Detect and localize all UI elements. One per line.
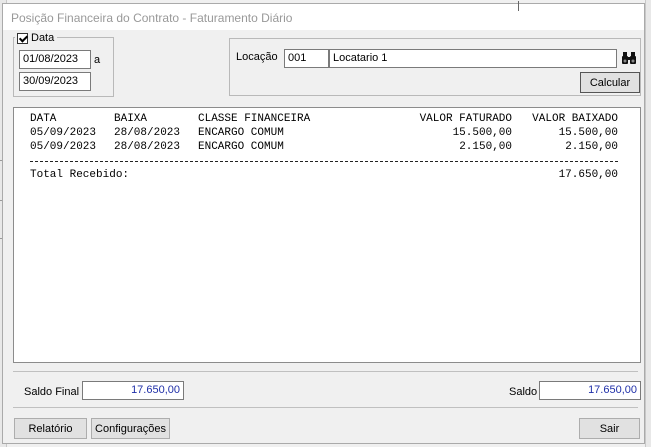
report-header-row: DATA BAIXA CLASSE FINANCEIRA VALOR FATUR… [14, 113, 640, 126]
separator [13, 407, 638, 408]
total-value: 17.650,00 [558, 169, 618, 181]
dialog-window: Posição Financeira do Contrato - Faturam… [2, 1, 645, 444]
saldo-field[interactable]: 17.650,00 [539, 381, 641, 400]
table-row: 05/09/2023 28/08/2023 ENCARGO COMUM 15.5… [14, 127, 640, 140]
header-data: DATA [30, 113, 57, 125]
calculate-button[interactable]: Calcular [580, 72, 640, 93]
saldo-final-label: Saldo Final [24, 386, 80, 398]
date-checkbox-label: Data [31, 32, 55, 44]
date-checkbox-group[interactable]: Data [15, 30, 58, 46]
report-button[interactable]: Relatório [14, 418, 87, 439]
cell-valor-baixado: 15.500,00 [558, 127, 618, 139]
cell-valor-faturado: 15.500,00 [452, 127, 512, 139]
background-window-right [645, 0, 651, 447]
cell-classe: ENCARGO COMUM [198, 127, 284, 139]
total-row: Total Recebido: 17.650,00 [14, 169, 640, 182]
header-classe: CLASSE FINANCEIRA [198, 113, 311, 125]
location-name-input[interactable]: Locatario 1 [329, 49, 617, 68]
start-date-input[interactable]: 01/08/2023 [19, 50, 91, 69]
binoculars-icon[interactable] [619, 48, 639, 68]
cell-baixa: 28/08/2023 [114, 127, 181, 139]
cell-baixa: 28/08/2023 [114, 141, 181, 153]
report-panel: DATA BAIXA CLASSE FINANCEIRA VALOR FATUR… [13, 107, 641, 363]
title-marker [518, 1, 519, 11]
total-label: Total Recebido: [30, 169, 130, 181]
end-date-input[interactable]: 30/09/2023 [19, 72, 91, 91]
header-valor-baixado: VALOR BAIXADO [532, 113, 618, 125]
cell-valor-baixado: 2.150,00 [565, 141, 618, 153]
date-range-separator: a [94, 54, 101, 66]
location-label: Locação [236, 51, 278, 63]
table-row: 05/09/2023 28/08/2023 ENCARGO COMUM 2.15… [14, 141, 640, 154]
exit-button[interactable]: Sair [579, 418, 640, 439]
report-divider [30, 161, 618, 162]
title-bar: Posição Financeira do Contrato - Faturam… [3, 1, 644, 30]
saldo-final-field[interactable]: 17.650,00 [82, 381, 184, 400]
cell-data: 05/09/2023 [30, 127, 97, 139]
window-title: Posição Financeira do Contrato - Faturam… [11, 11, 293, 25]
cell-data: 05/09/2023 [30, 141, 97, 153]
location-code-input[interactable]: 001 [284, 49, 329, 68]
header-valor-faturado: VALOR FATURADO [419, 113, 512, 125]
cell-valor-faturado: 2.150,00 [459, 141, 512, 153]
settings-button[interactable]: Configurações [91, 418, 170, 439]
date-checkbox[interactable] [17, 32, 28, 44]
saldo-label: Saldo [509, 386, 538, 398]
separator [13, 371, 638, 372]
cell-classe: ENCARGO COMUM [198, 141, 284, 153]
header-baixa: BAIXA [114, 113, 148, 125]
